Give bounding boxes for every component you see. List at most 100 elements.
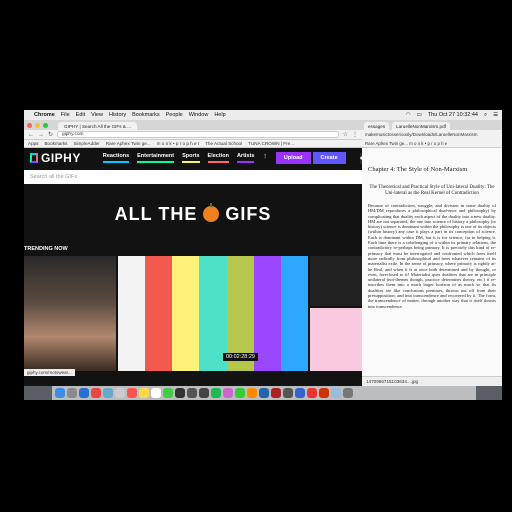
battery-icon[interactable]: ▭ xyxy=(417,112,422,118)
download-item[interactable]: 1470996715103634....jpg xyxy=(362,376,502,386)
bookmark-apps[interactable]: Apps xyxy=(28,141,38,146)
menu-people[interactable]: People xyxy=(166,112,183,118)
nav-artists[interactable]: Artists xyxy=(236,153,255,163)
acrobat-icon[interactable] xyxy=(319,388,329,398)
menu-view[interactable]: View xyxy=(91,112,103,118)
search-icon[interactable]: ⌕ xyxy=(484,112,487,119)
tab-messages[interactable]: essages xyxy=(364,122,390,130)
downloads-stack-icon[interactable] xyxy=(331,388,341,398)
menu-app-name[interactable]: Chrome xyxy=(34,112,55,118)
nav-election[interactable]: Election xyxy=(207,153,229,163)
trending-heading: TRENDING NOW xyxy=(24,246,68,252)
star-icon[interactable]: ☆ xyxy=(343,131,348,138)
safari-icon[interactable] xyxy=(79,388,89,398)
finder-icon[interactable] xyxy=(55,388,65,398)
menu-history[interactable]: History xyxy=(109,112,126,118)
bookmark-tuna-crown[interactable]: TUNA CROWN | Fre... xyxy=(248,141,294,146)
nav-sports[interactable]: Sports xyxy=(182,153,200,163)
pdf-bookmarks-bar: Rare Aphex Twin ge... m o n k • p r o p … xyxy=(362,140,502,148)
app-store-icon[interactable] xyxy=(235,388,245,398)
messages-icon[interactable] xyxy=(163,388,173,398)
giphy-page: GIPHY Reactions Entertainment Sports Ele… xyxy=(24,148,362,386)
back-arrow-icon[interactable]: ← xyxy=(28,132,34,138)
gif-tile[interactable] xyxy=(310,256,362,306)
banner-text-right: GIFS xyxy=(225,203,272,224)
bookmark-bookmarks[interactable]: Bookmarks xyxy=(44,141,67,146)
pdf-page: Chapter 4: The Style of Non-Marxism The … xyxy=(362,148,502,309)
menu-edit[interactable]: Edit xyxy=(76,112,85,118)
pdf-window: essages LaruelleNonMarxism.pdf makemusic… xyxy=(362,120,502,386)
launchpad-icon[interactable] xyxy=(67,388,77,398)
wifi-icon[interactable]: ◠ xyxy=(406,112,411,118)
pdf-address-bar[interactable]: makemusictosseriously/Downloads/Laruelle… xyxy=(362,130,502,140)
menu-help[interactable]: Help xyxy=(214,112,225,118)
chrome-tabbar: GIPHY | Search All the GIFs & ... xyxy=(24,120,362,130)
section-title: The Theoretical and Practical Style of U… xyxy=(369,185,495,196)
mail-icon[interactable] xyxy=(103,388,113,398)
bookmark-simpleadder[interactable]: SimpleAdder xyxy=(73,141,99,146)
color-bar xyxy=(280,256,308,371)
app-icon[interactable] xyxy=(259,388,269,398)
search-input[interactable]: Search all the GIFs xyxy=(24,170,362,184)
notes-icon[interactable] xyxy=(139,388,149,398)
calendar-icon[interactable] xyxy=(127,388,137,398)
bookmark-aphex[interactable]: Rare Aphex Twin ge... xyxy=(106,141,151,146)
mac-dock xyxy=(52,386,476,400)
nav-entertainment[interactable]: Entertainment xyxy=(137,153,175,163)
itunes-icon[interactable] xyxy=(223,388,233,398)
menu-list-icon[interactable]: ☰ xyxy=(493,112,498,118)
pumpkin-stem xyxy=(210,203,213,207)
mac-menubar: Chrome File Edit View History Bookmarks … xyxy=(24,110,502,120)
gif-tile-color-bars[interactable]: 00:02:28:29 xyxy=(118,256,308,371)
address-bar[interactable]: giphy.com xyxy=(57,131,339,138)
menubar-clock[interactable]: Thu Oct 27 10:32:44 xyxy=(428,112,478,118)
chrome-toolbar: ← → ↻ giphy.com ☆ ⋮ xyxy=(24,130,362,140)
create-button[interactable]: Create xyxy=(312,152,346,164)
app-icon[interactable] xyxy=(247,388,257,398)
pdf-tabbar: essages LaruelleNonMarxism.pdf xyxy=(362,120,502,130)
nav-more-icon[interactable]: ⋮ xyxy=(262,154,268,162)
bookmark-monk-prophet[interactable]: m o n k • p r o p h e t xyxy=(157,141,199,146)
chrome-window: GIPHY | Search All the GIFs & ... ← → ↻ … xyxy=(24,120,362,386)
giphy-logo-icon xyxy=(30,153,38,163)
spotify-icon[interactable] xyxy=(211,388,221,398)
nav-reactions[interactable]: Reactions xyxy=(102,153,130,163)
desktop-screen: Chrome File Edit View History Bookmarks … xyxy=(24,110,502,400)
menu-file[interactable]: File xyxy=(61,112,70,118)
gif-tile[interactable] xyxy=(310,308,362,371)
giphy-nav: GIPHY Reactions Entertainment Sports Ele… xyxy=(24,148,362,168)
status-url: giphy.com/motowear... xyxy=(24,369,75,376)
five-app-icon[interactable] xyxy=(175,388,185,398)
menu-window[interactable]: Window xyxy=(189,112,209,118)
color-bar xyxy=(145,256,173,371)
bookmark-actual-school[interactable]: The Actual School xyxy=(205,141,242,146)
bookmarks-bar: Apps Bookmarks SimpleAdder Rare Aphex Tw… xyxy=(24,140,362,148)
close-window-icon[interactable] xyxy=(27,123,32,128)
giphy-logo[interactable]: GIPHY xyxy=(30,151,81,165)
contacts-icon[interactable] xyxy=(115,388,125,398)
minimize-window-icon[interactable] xyxy=(35,123,40,128)
app-icon[interactable] xyxy=(307,388,317,398)
trash-icon[interactable] xyxy=(343,388,353,398)
upload-button[interactable]: Upload xyxy=(275,152,311,164)
color-bar xyxy=(118,256,146,371)
seven-app-icon[interactable] xyxy=(187,388,197,398)
app-icon[interactable] xyxy=(283,388,293,398)
reminders-icon[interactable] xyxy=(151,388,161,398)
pumpkin-icon xyxy=(203,203,220,222)
forward-arrow-icon[interactable]: → xyxy=(38,132,44,138)
tab-giphy[interactable]: GIPHY | Search All the GIFs & ... xyxy=(58,122,137,130)
menu-bookmarks[interactable]: Bookmarks xyxy=(132,112,160,118)
reload-icon[interactable]: ↻ xyxy=(48,131,53,138)
chrome-menu-icon[interactable]: ⋮ xyxy=(352,131,358,138)
pdf-body-text: Because of contradiction, struggle, and … xyxy=(368,203,496,309)
app-icon[interactable] xyxy=(271,388,281,398)
trending-gif-grid: 00:02:28:29 giphy.com/motowear... xyxy=(24,256,362,376)
zoom-window-icon[interactable] xyxy=(43,123,48,128)
tab-pdf[interactable]: LaruelleNonMarxism.pdf xyxy=(392,122,450,130)
color-bar xyxy=(172,256,200,371)
gif-tile[interactable] xyxy=(24,256,116,371)
app-icon[interactable] xyxy=(295,388,305,398)
system-preferences-icon[interactable] xyxy=(199,388,209,398)
chrome-icon[interactable] xyxy=(91,388,101,398)
